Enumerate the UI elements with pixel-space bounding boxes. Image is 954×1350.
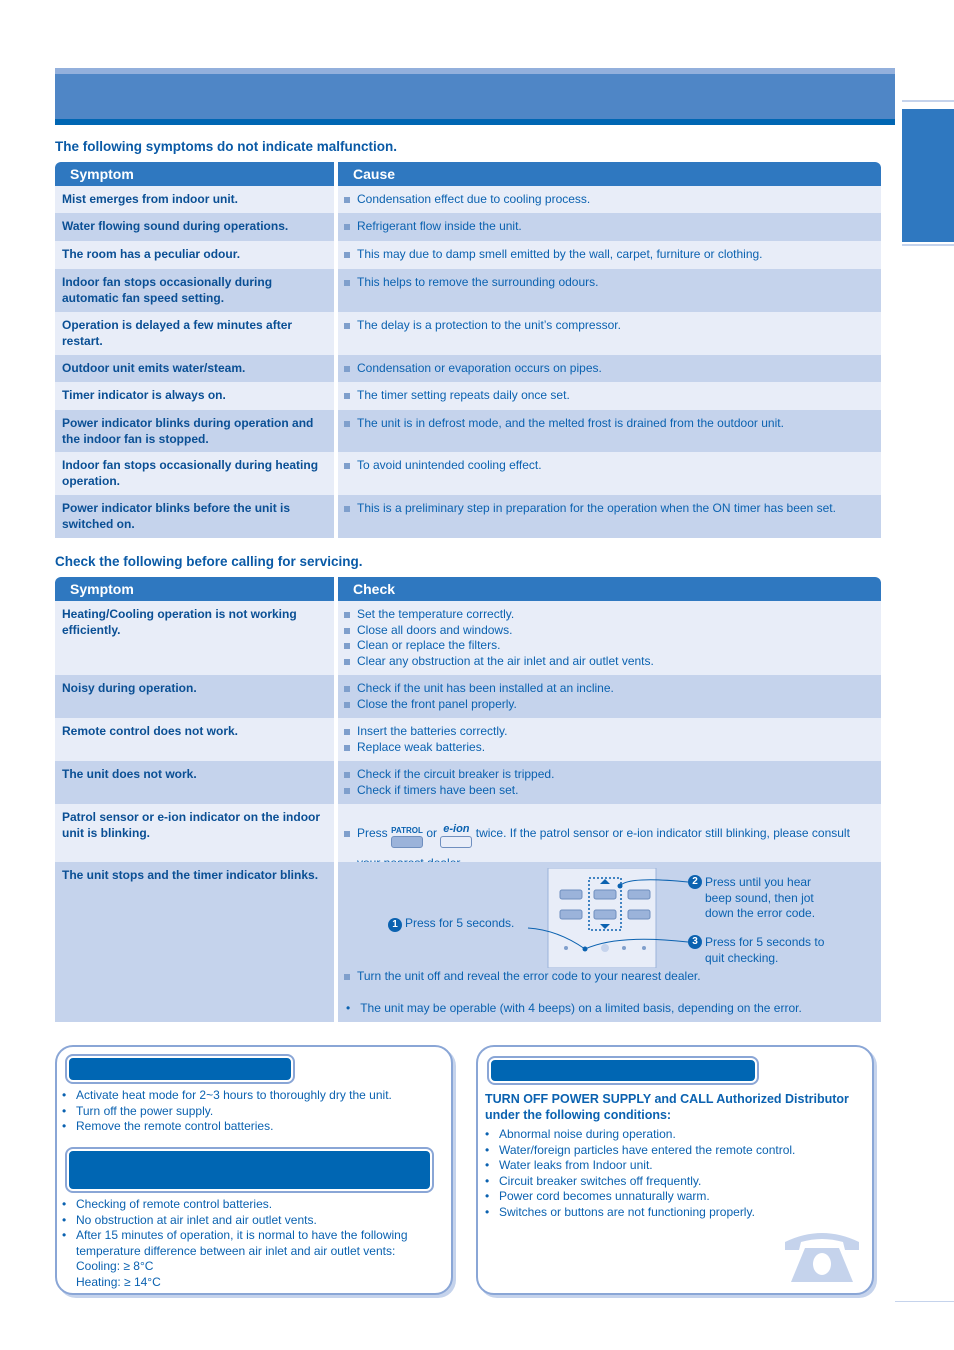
cause-cell: This is a preliminary step in preparatio… [338,495,881,538]
symptom-cell: Water flowing sound during operations. [55,213,334,241]
symptom-check-table: Symptom Check Heating/Cooling operation i… [55,577,881,1022]
bullet-list: Activate heat mode for 2~3 hours to thor… [62,1088,442,1135]
remote-control-illustration [527,868,688,968]
bullet-list: Abnormal noise during operation.Water/fo… [485,1127,865,1220]
cause-cell: To avoid unintended cooling effect. [338,452,881,495]
column-header: Symptom [55,577,334,601]
symptom-cell: Indoor fan stops occasionally during aut… [55,269,334,312]
divider [902,100,954,102]
table-row: Indoor fan stops occasionally during hea… [55,452,881,495]
cause-cell: Refrigerant flow inside the unit. [338,213,881,241]
symptom-cell: The room has a peculiar odour. [55,241,334,269]
column-header: Symptom [55,162,334,186]
column-header: Cause [338,162,881,186]
section-title: Check the following before calling for s… [55,554,363,569]
cause-cell: This helps to remove the surrounding odo… [338,269,881,312]
patrol-button-icon [391,836,424,848]
symptom-cell: Indoor fan stops occasionally during hea… [55,452,334,495]
section-title: The following symptoms do not indicate m… [55,139,398,154]
table-row: Power indicator blinks before the unit i… [55,495,881,538]
eion-button-icon [440,836,473,848]
table-row: Timer indicator is always on. The timer s… [55,382,881,410]
box-heading-bar [65,1147,434,1193]
table-row: Patrol sensor or e-ion indicator on the … [55,804,881,870]
column-header: Check [338,577,881,601]
symptom-cell: Power indicator blinks during operation … [55,410,334,452]
table-row: Noisy during operation. Check if the unit… [55,675,881,718]
table-row: The room has a peculiar odour. This may d… [55,241,881,269]
table-row: The unit stops and the timer indicator b… [55,862,881,1022]
cause-cell: The delay is a protection to the unit’s … [338,312,881,355]
cause-cell: The timer setting repeats daily once set… [338,382,881,410]
cause-cell: This may due to damp smell emitted by th… [338,241,881,269]
cause-cell: Condensation effect due to cooling proce… [338,186,881,213]
cause-cell: Condensation or evaporation occurs on pi… [338,355,881,382]
symptom-cause-table: Symptom Cause Mist emerges from indoor un… [55,162,881,538]
table-row: Indoor fan stops occasionally during aut… [55,269,881,312]
symptom-cell: Power indicator blinks before the unit i… [55,495,334,538]
table-row: Mist emerges from indoor unit. Condensati… [55,186,881,213]
box-heading: TURN OFF POWER SUPPLY and CALL Authorize… [485,1092,849,1122]
table-row: Remote control does not work. Insert the … [55,718,881,761]
symptom-cell: Timer indicator is always on. [55,382,334,410]
header-banner [55,68,895,125]
table-row: Power indicator blinks during operation … [55,410,881,452]
telephone-icon [785,1233,859,1282]
symptom-cell: Operation is delayed a few minutes after… [55,312,334,355]
table-row: The unit does not work. Check if the circ… [55,761,881,804]
symptom-cell: Outdoor unit emits water/steam. [55,355,334,382]
divider [895,1301,954,1302]
divider [902,244,954,246]
box-heading-bar [487,1056,759,1085]
table-row: Operation is delayed a few minutes after… [55,312,881,355]
table-row: Heating/Cooling operation is not working… [55,601,881,675]
table-row: Outdoor unit emits water/steam. Condensat… [55,355,881,382]
box-heading-bar [65,1054,295,1084]
symptom-cell: Mist emerges from indoor unit. [55,186,334,213]
side-tab [902,106,954,242]
bullet-list: Checking of remote control batteries.No … [62,1197,442,1290]
cause-cell: The unit is in defrost mode, and the mel… [338,410,881,452]
table-row: Water flowing sound during operations. Re… [55,213,881,241]
